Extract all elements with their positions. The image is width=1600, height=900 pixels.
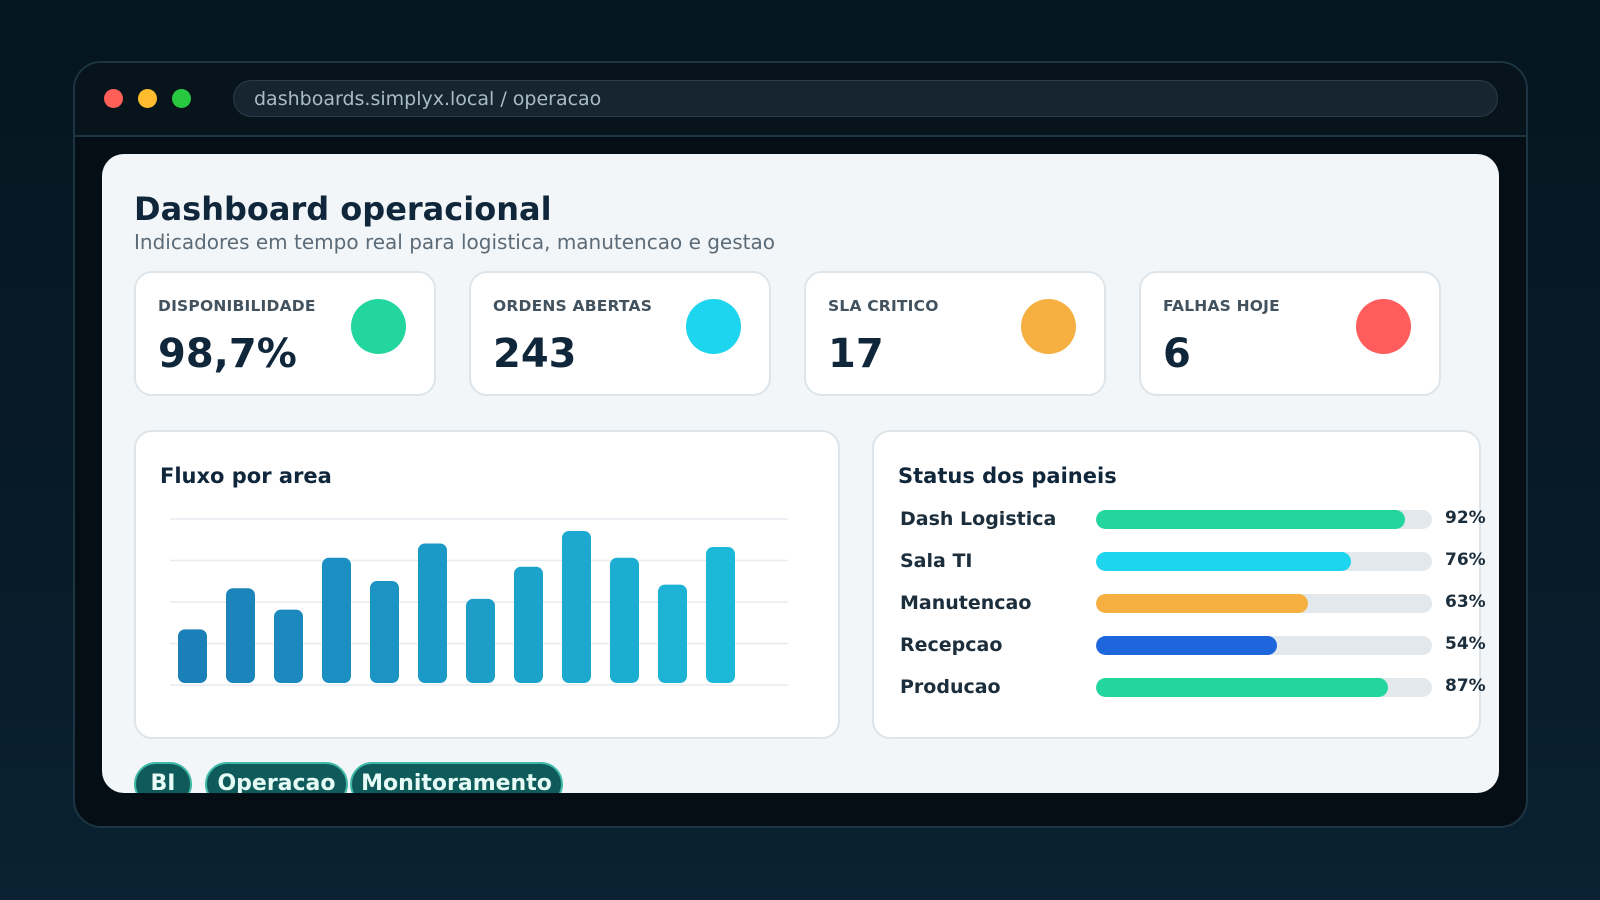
status-percent: 63% [1445, 592, 1486, 612]
kpi-label: FALHAS HOJE [1163, 297, 1280, 315]
status-percent: 54% [1445, 634, 1486, 654]
close-window-button[interactable] [104, 89, 123, 108]
kpi-card-disponibilidade[interactable]: DISPONIBILIDADE 98,7% [134, 271, 436, 396]
chart-bar[interactable] [322, 557, 351, 683]
chart-bar[interactable] [658, 584, 687, 683]
flow-bar-chart [170, 518, 788, 686]
status-percent: 87% [1445, 676, 1486, 696]
maximize-window-button[interactable] [172, 89, 191, 108]
status-label: Producao [900, 676, 1001, 698]
kpi-label: DISPONIBILIDADE [158, 297, 316, 315]
status-dot-icon [686, 299, 741, 354]
kpi-label: ORDENS ABERTAS [493, 297, 653, 315]
tag-monitoramento[interactable]: Monitoramento [350, 762, 563, 793]
status-label: Recepcao [900, 634, 1003, 656]
status-percent: 76% [1445, 550, 1486, 570]
chart-bar[interactable] [466, 598, 495, 683]
chart-bar[interactable] [178, 629, 207, 683]
progress-fill [1096, 636, 1278, 655]
progress-track [1096, 510, 1432, 529]
status-dot-icon [1021, 299, 1076, 354]
tag-bi[interactable]: BI [134, 762, 192, 793]
progress-track [1096, 636, 1432, 655]
dashboard-panel: Dashboard operacional Indicadores em tem… [102, 154, 1499, 793]
status-percent: 92% [1445, 508, 1486, 528]
chart-bar[interactable] [370, 581, 399, 683]
page-title: Dashboard operacional [134, 190, 552, 228]
progress-fill [1096, 510, 1406, 529]
tag-operacao[interactable]: Operacao [205, 762, 348, 793]
flow-chart-card: Fluxo por area [134, 430, 840, 739]
minimize-window-button[interactable] [138, 89, 157, 108]
chart-bar[interactable] [514, 566, 543, 683]
status-label: Dash Logistica [900, 508, 1057, 530]
kpi-card-falhas-hoje[interactable]: FALHAS HOJE 6 [1139, 271, 1441, 396]
kpi-card-sla-critico[interactable]: SLA CRITICO 17 [804, 271, 1106, 396]
status-card: Status dos paineis Dash Logistica 92% Sa… [872, 430, 1486, 739]
progress-fill [1096, 678, 1389, 697]
address-bar[interactable]: dashboards.simplyx.local / operacao [233, 80, 1498, 117]
status-dot-icon [351, 299, 406, 354]
title-bar: dashboards.simplyx.local / operacao [75, 63, 1526, 137]
progress-track [1096, 594, 1432, 613]
chart-bar[interactable] [226, 588, 255, 683]
status-row-sala-ti[interactable]: Sala TI 76% [898, 546, 1486, 576]
status-row-recepcao[interactable]: Recepcao 54% [898, 630, 1486, 660]
status-dot-icon [1356, 299, 1411, 354]
progress-fill [1096, 594, 1308, 613]
chart-bar[interactable] [562, 530, 591, 683]
status-label: Sala TI [900, 550, 973, 572]
chart-bar[interactable] [274, 609, 303, 683]
card-title: Status dos paineis [898, 464, 1117, 488]
chart-bar[interactable] [418, 543, 447, 683]
kpi-label: SLA CRITICO [828, 297, 939, 315]
kpi-value: 98,7% [158, 331, 297, 377]
page-subtitle: Indicadores em tempo real para logistica… [134, 230, 775, 254]
status-row-dash-logistica[interactable]: Dash Logistica 92% [898, 504, 1486, 534]
kpi-card-ordens-abertas[interactable]: ORDENS ABERTAS 243 [469, 271, 771, 396]
status-label: Manutencao [900, 592, 1032, 614]
chart-bar[interactable] [706, 547, 735, 683]
progress-fill [1096, 552, 1352, 571]
status-row-producao[interactable]: Producao 87% [898, 672, 1486, 702]
kpi-value: 6 [1163, 331, 1191, 377]
progress-track [1096, 678, 1432, 697]
kpi-value: 17 [828, 331, 884, 377]
progress-track [1096, 552, 1432, 571]
chart-bar[interactable] [610, 557, 639, 683]
status-row-manutencao[interactable]: Manutencao 63% [898, 588, 1486, 618]
kpi-value: 243 [493, 331, 577, 377]
